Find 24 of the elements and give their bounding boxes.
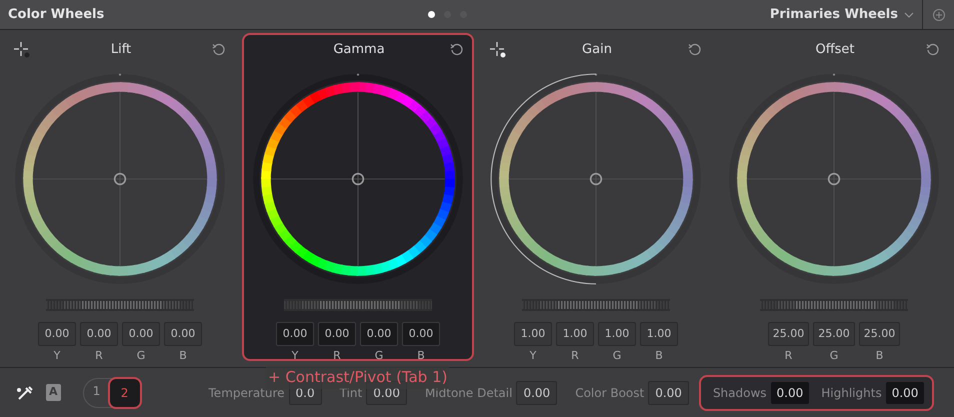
- channel-label: G: [136, 348, 146, 364]
- field-label: Shadows: [712, 384, 767, 402]
- field-label: Highlights: [821, 384, 882, 402]
- channel-label: Y: [54, 348, 60, 364]
- tooltip: + Contrast/Pivot (Tab 1): [266, 366, 450, 388]
- wheel-label: Lift: [110, 41, 132, 59]
- channel-label: G: [374, 348, 384, 364]
- panel-title: Color Wheels: [8, 6, 106, 24]
- wheel-label: Offset: [815, 41, 855, 59]
- channel-label: G: [830, 348, 838, 364]
- channel-label: Y: [530, 348, 536, 364]
- channel-label: R: [571, 348, 579, 364]
- channel-label: B: [876, 348, 884, 364]
- wheel-label: Gamma: [333, 41, 385, 59]
- channel-label: B: [179, 348, 187, 364]
- channel-label: B: [655, 348, 663, 364]
- channel-label: B: [417, 348, 425, 364]
- channel-label: Y: [292, 348, 298, 364]
- field-label: Color Boost: [575, 384, 644, 402]
- channel-label: G: [612, 348, 622, 364]
- channel-label: R: [95, 348, 103, 364]
- wheel-label: Gain: [582, 41, 612, 59]
- channel-label: R: [784, 348, 792, 364]
- channel-label: R: [333, 348, 341, 364]
